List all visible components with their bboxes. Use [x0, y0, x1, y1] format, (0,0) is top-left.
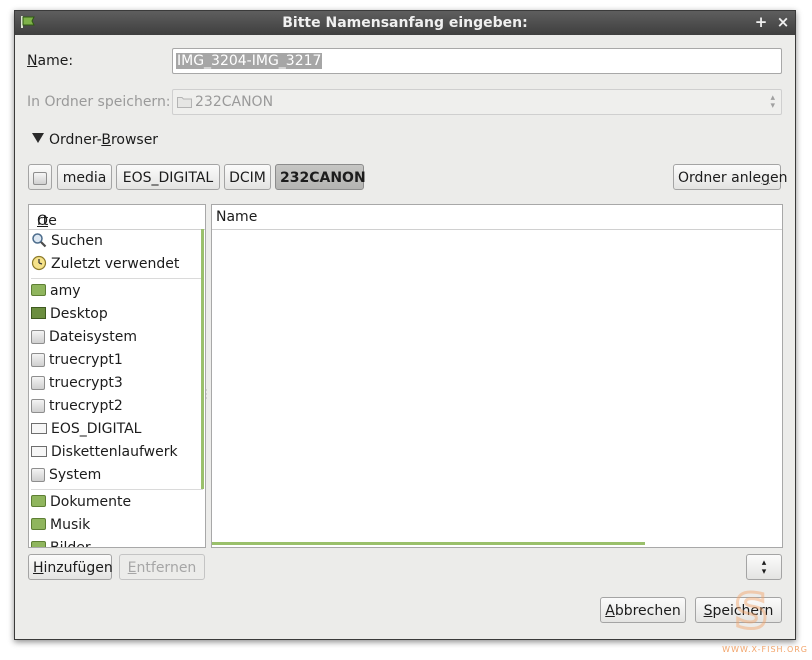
path-segment-232canon[interactable]: 232CANON: [275, 164, 366, 190]
places-item-truecrypt1[interactable]: truecrypt1: [31, 349, 123, 371]
create-folder-label-mnemonic: g: [761, 170, 770, 186]
places-item-system[interactable]: System: [31, 464, 101, 486]
places-item-label: Desktop: [50, 306, 108, 322]
places-item-dateisystem[interactable]: Dateisystem: [31, 326, 137, 348]
add-bookmark-button[interactable]: Hinzufügen: [28, 554, 113, 580]
file-filter-select[interactable]: ▴ ▾: [746, 554, 782, 580]
desktop-icon: [31, 307, 46, 319]
files-column-header-name[interactable]: Name: [212, 205, 782, 230]
drive-icon: [31, 376, 45, 390]
folder-browser-toggle[interactable]: Ordner-Browser: [32, 132, 158, 148]
name-label-rest: ame:: [37, 53, 74, 69]
search-icon: [32, 233, 47, 248]
save-in-folder-value: 232CANON: [195, 94, 274, 110]
places-column-header[interactable]: Orte: [29, 205, 205, 230]
places-item-truecrypt3[interactable]: truecrypt3: [31, 372, 123, 394]
music-folder-icon: [31, 518, 46, 530]
places-item-label: Bilder: [50, 540, 91, 548]
path-bar-root-button[interactable]: [28, 164, 52, 190]
places-item-eos-digital[interactable]: EOS_DIGITAL: [31, 418, 141, 440]
places-item-amy[interactable]: amy: [31, 280, 81, 302]
places-item-label: Diskettenlaufwerk: [51, 444, 178, 460]
create-folder-label-prefix: Ordner anle: [678, 170, 762, 186]
places-item-label: truecrypt2: [49, 398, 123, 414]
documents-folder-icon: [31, 495, 46, 507]
places-item-label: Suchen: [51, 233, 103, 249]
files-panel[interactable]: Name: [211, 204, 783, 548]
places-scrollbar[interactable]: [201, 229, 204, 489]
places-item-musik[interactable]: Musik: [31, 514, 90, 536]
save-in-label: In Ordner speichern:: [27, 94, 171, 110]
folder-browser-label-rest: rowser: [110, 132, 159, 148]
home-folder-icon: [31, 284, 46, 296]
files-horizontal-scrollbar[interactable]: [212, 542, 645, 545]
create-folder-label-rest: en: [769, 170, 788, 186]
folder-browser-label-mnemonic: B: [101, 132, 111, 148]
save-dialog: Bitte Namensanfang eingeben: + × Name: I…: [14, 10, 796, 640]
path-segment-dcim[interactable]: DCIM: [224, 164, 271, 190]
add-icon[interactable]: +: [753, 14, 769, 30]
close-icon[interactable]: ×: [775, 14, 791, 30]
places-item-label: EOS_DIGITAL: [51, 421, 142, 437]
places-item-label: System: [49, 467, 102, 483]
expander-triangle-icon: [32, 133, 44, 143]
places-item-label: Dateisystem: [49, 329, 137, 345]
places-panel: Orte Suchen Zuletzt verwendet amy Deskto…: [28, 204, 206, 548]
places-item-label: Musik: [50, 517, 91, 533]
floppy-icon: [31, 446, 47, 457]
places-item-dokumente[interactable]: Dokumente: [31, 491, 131, 513]
places-item-floppy[interactable]: Diskettenlaufwerk: [31, 441, 178, 463]
chevron-updown-icon: ▴ ▾: [770, 93, 775, 111]
cancel-label-rest: bbrechen: [614, 603, 681, 619]
places-item-suchen[interactable]: Suchen: [31, 230, 103, 252]
title-bar[interactable]: Bitte Namensanfang eingeben: + ×: [15, 11, 795, 35]
places-separator: [31, 278, 203, 279]
drive-icon: [33, 172, 47, 185]
remove-bookmark-label-rest: ntfernen: [136, 560, 197, 576]
folder-browser-label-prefix: Ordner-: [49, 132, 102, 148]
places-item-bilder[interactable]: Bilder: [31, 537, 91, 548]
places-item-label: truecrypt3: [49, 375, 123, 391]
pictures-folder-icon: [31, 541, 46, 547]
drive-icon: [31, 468, 45, 482]
drive-icon: [31, 353, 45, 367]
clock-icon: [31, 255, 47, 271]
places-item-recent[interactable]: Zuletzt verwendet: [31, 253, 179, 275]
cancel-button[interactable]: Abbrechen: [600, 597, 686, 623]
files-column-header-label: Name: [216, 209, 258, 225]
places-item-desktop[interactable]: Desktop: [31, 303, 108, 325]
svg-text:S: S: [734, 584, 769, 640]
places-item-truecrypt2[interactable]: truecrypt2: [31, 395, 123, 417]
name-label-mnemonic: N: [27, 53, 38, 69]
cancel-mnemonic: A: [605, 603, 615, 619]
removable-drive-icon: [31, 423, 47, 434]
name-label: Name:: [27, 53, 73, 69]
create-folder-button[interactable]: Ordner anlegen: [673, 164, 787, 190]
path-segment-eos-digital[interactable]: EOS_DIGITAL: [116, 164, 220, 190]
remove-bookmark-mnemonic: E: [127, 560, 137, 576]
pane-splitter-grip[interactable]: · · ·: [205, 387, 209, 403]
add-bookmark-label-rest: inzufügen: [43, 560, 113, 576]
places-item-label: Dokumente: [50, 494, 132, 510]
places-separator: [31, 489, 203, 490]
name-input-selected-text: IMG_3204-IMG_3217: [176, 53, 323, 69]
drive-icon: [31, 399, 45, 413]
path-segment-media[interactable]: media: [57, 164, 112, 190]
folder-icon: [177, 97, 192, 108]
chevron-updown-icon: ▴ ▾: [761, 558, 767, 577]
add-bookmark-mnemonic: H: [33, 560, 44, 576]
places-header-rest: rte: [37, 213, 57, 229]
remove-bookmark-button[interactable]: Entfernen: [119, 554, 205, 580]
places-item-label: Zuletzt verwendet: [51, 256, 180, 272]
window-title: Bitte Namensanfang eingeben:: [282, 15, 528, 31]
places-item-label: amy: [50, 283, 81, 299]
name-input[interactable]: IMG_3204-IMG_3217: [172, 48, 782, 74]
drive-icon: [31, 330, 45, 344]
x-fish-watermark-logo: S: [733, 583, 771, 642]
places-item-label: truecrypt1: [49, 352, 123, 368]
save-in-folder-select[interactable]: 232CANON ▴ ▾: [172, 89, 782, 115]
watermark-text: WWW.X-FISH.ORG: [722, 645, 808, 654]
